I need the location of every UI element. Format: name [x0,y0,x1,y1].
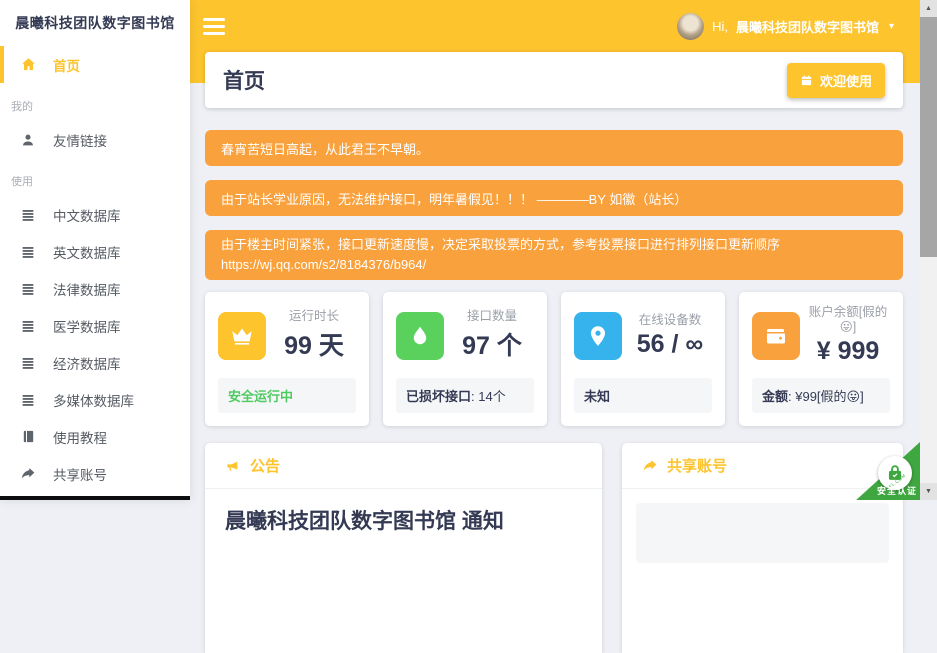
map-pin-icon [574,312,622,360]
notice-banner-1: 春宵苦短日高起，从此君王不早朝。 [205,130,903,166]
scrollbar-thumb[interactable] [920,17,937,257]
notice-text: 由于楼主时间紧张，接口更新速度慢，决定采取投票的方式，参考投票接口进行排列接口更… [221,235,780,255]
stat-label: 在线设备数 [628,313,712,328]
sidebar-item-db-medical[interactable]: 医学数据库 [0,307,190,344]
welcome-button-label: 欢迎使用 [820,71,872,90]
stat-footer: 金额: ¥99[假的😛] [752,378,890,413]
list-icon [19,317,37,335]
chevron-down-icon: ▾ [889,21,894,32]
sidebar-item-label: 多媒体数据库 [53,390,134,410]
ssl-certification-badge[interactable]: MYSSL.COM 安全认证 [844,442,920,500]
list-icon [19,391,37,409]
sidebar-item-label: 医学数据库 [53,316,121,336]
calendar-icon [800,74,813,87]
stat-value: 56 / ∞ [628,330,712,359]
sidebar-item-db-economics[interactable]: 经济数据库 [0,344,190,381]
sidebar-item-label: 友情链接 [53,130,107,150]
stats-row: 运行时长 99 天 安全运行中 接口数量 97 个 [205,292,903,426]
badge-label: 安全认证 [877,484,917,497]
list-icon [19,280,37,298]
page-title: 首页 [223,65,265,95]
sidebar-item-tutorial[interactable]: 使用教程 [0,418,190,455]
list-icon [19,243,37,261]
sidebar-item-home[interactable]: 首页 [0,46,190,83]
welcome-button[interactable]: 欢迎使用 [787,63,885,98]
sidebar: 晨曦科技团队数字图书馆 首页 我的 友情链接 使用 中文数据库 英文数据库 法律… [0,0,190,500]
sidebar-section-use: 使用 [11,173,190,189]
menu-icon[interactable] [203,18,225,35]
sidebar-item-label: 法律数据库 [53,279,121,299]
sidebar-item-label: 使用教程 [53,427,107,447]
announcement-panel: 公告 晨曦科技团队数字图书馆 通知 [205,443,602,653]
crown-icon [218,312,266,360]
sidebar-item-friend-links[interactable]: 友情链接 [0,121,190,158]
survey-link[interactable]: https://wj.qq.com/s2/8184376/b964/ [221,255,426,275]
bottom-panels: 公告 晨曦科技团队数字图书馆 通知 共享账号 [205,443,903,653]
sidebar-item-db-chinese[interactable]: 中文数据库 [0,196,190,233]
sidebar-item-label: 英文数据库 [53,242,121,262]
notice-text: 春宵苦短日高起，从此君王不早朝。 [221,139,429,158]
sidebar-item-db-multimedia[interactable]: 多媒体数据库 [0,381,190,418]
notice-banner-2: 由于站长学业原因，无法维护接口，明年暑假见！！！ ————BY 如徽（站长） [205,180,903,216]
droplet-icon [396,312,444,360]
sidebar-brand-title: 晨曦科技团队数字图书馆 [0,0,190,46]
book-icon [19,428,37,446]
scroll-up-icon[interactable]: ▲ [920,0,937,17]
main-area: Hi, 晨曦科技团队数字图书馆 ▾ 首页 欢迎使用 春宵苦短日高起，从此君王不早… [190,0,920,500]
sidebar-item-label: 首页 [53,55,80,75]
stat-card-uptime: 运行时长 99 天 安全运行中 [205,292,369,426]
username: 晨曦科技团队数字图书馆 [736,17,879,36]
stat-card-online-devices: 在线设备数 56 / ∞ 未知 [561,292,725,426]
stat-footer: 已损坏接口: 14个 [396,378,534,413]
share-icon [19,465,37,483]
notice-banner-3: 由于楼主时间紧张，接口更新速度慢，决定采取投票的方式，参考投票接口进行排列接口更… [205,230,903,280]
announcement-heading: 晨曦科技团队数字图书馆 通知 [225,505,582,535]
greeting-text: Hi, [712,19,728,34]
notice-text: 由于站长学业原因，无法维护接口，明年暑假见！！！ ————BY 如徽（站长） [221,189,687,208]
page-content: 首页 欢迎使用 春宵苦短日高起，从此君王不早朝。 由于站长学业原因，无法维护接口… [205,52,903,653]
list-icon [19,206,37,224]
sidebar-item-shared-account[interactable]: 共享账号 [0,455,190,492]
stat-footer: 未知 [574,378,712,413]
scroll-down-icon[interactable]: ▼ [920,483,937,500]
shared-account-panel-title: 共享账号 [667,455,727,476]
user-icon [19,131,37,149]
stat-label: 账户余额[假的😛] [806,305,890,335]
sidebar-item-label: 共享账号 [53,464,107,484]
user-menu[interactable]: Hi, 晨曦科技团队数字图书馆 ▾ [677,13,894,40]
vertical-scrollbar: ▲ ▼ [920,0,937,500]
stat-value: 99 天 [272,326,356,362]
announcement-panel-header: 公告 [205,443,602,489]
wallet-icon [752,312,800,360]
share-icon [642,458,658,474]
page-header-card: 首页 欢迎使用 [205,52,903,108]
bottom-edge-strip [0,496,190,500]
sidebar-section-mine: 我的 [11,98,190,114]
sidebar-item-db-english[interactable]: 英文数据库 [0,233,190,270]
list-icon [19,354,37,372]
stat-card-balance: 账户余额[假的😛] ¥ 999 金额: ¥99[假的😛] [739,292,903,426]
sidebar-item-label: 经济数据库 [53,353,121,373]
stat-value: 97 个 [450,326,534,362]
stat-card-api-count: 接口数量 97 个 已损坏接口: 14个 [383,292,547,426]
sidebar-item-db-law[interactable]: 法律数据库 [0,270,190,307]
announcement-panel-title: 公告 [250,455,280,476]
stat-label: 接口数量 [450,309,534,324]
home-icon [19,56,37,74]
sidebar-item-label: 中文数据库 [53,205,121,225]
avatar [677,13,704,40]
stat-label: 运行时长 [272,309,356,324]
megaphone-icon [225,458,241,474]
account-list-placeholder [636,503,889,563]
stat-value: ¥ 999 [806,337,890,366]
stat-footer: 安全运行中 [218,378,356,413]
